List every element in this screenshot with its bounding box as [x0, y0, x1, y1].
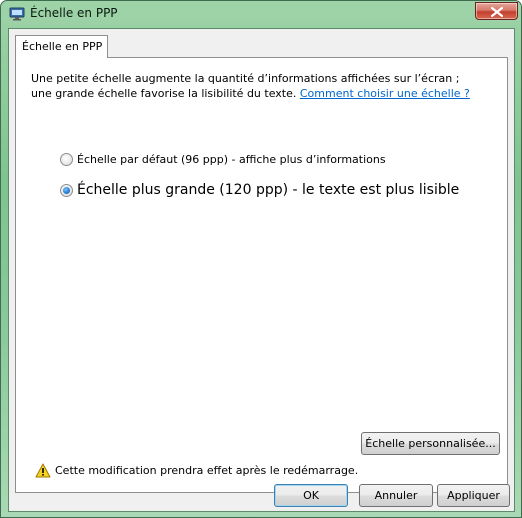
close-icon — [491, 7, 503, 17]
close-button[interactable] — [475, 2, 518, 20]
description-line-1: Une petite échelle augmente la quantité … — [31, 72, 460, 85]
title-bar[interactable]: Échelle en PPP — [1, 1, 521, 28]
restart-warning: Cette modification prendra effet après l… — [35, 463, 358, 478]
radio-larger-scale-button[interactable] — [60, 183, 73, 197]
radio-default-scale-label[interactable]: Échelle par défaut (96 ppp) - affiche pl… — [77, 153, 386, 166]
ok-button[interactable]: OK — [274, 484, 348, 507]
apply-button[interactable]: Appliquer — [437, 484, 510, 507]
monitor-icon — [9, 7, 25, 21]
custom-scale-button[interactable]: Échelle personnalisée... — [361, 432, 500, 455]
help-link[interactable]: Comment choisir une échelle ? — [300, 87, 470, 100]
description-line-2: une grande échelle favorise la lisibilit… — [31, 86, 501, 101]
description: Une petite échelle augmente la quantité … — [31, 71, 501, 101]
window-title: Échelle en PPP — [30, 6, 118, 20]
cancel-button[interactable]: Annuler — [359, 484, 433, 507]
client-area: Échelle en PPP Une petite échelle augmen… — [8, 28, 515, 512]
tab-echelle-ppp[interactable]: Échelle en PPP — [15, 35, 108, 58]
radio-default-scale-button[interactable] — [60, 153, 73, 166]
radio-default-scale[interactable]: Échelle par défaut (96 ppp) - affiche pl… — [60, 153, 386, 166]
radio-larger-scale-label[interactable]: Échelle plus grande (120 ppp) - le texte… — [77, 182, 459, 198]
dialog-window: Échelle en PPP Échelle en PPP Une petite… — [0, 0, 522, 518]
warning-icon — [35, 463, 51, 478]
description-line-2-text: une grande échelle favorise la lisibilit… — [31, 87, 297, 100]
tab-panel: Une petite échelle augmente la quantité … — [15, 57, 508, 493]
warning-text: Cette modification prendra effet après l… — [55, 464, 359, 477]
radio-larger-scale[interactable]: Échelle plus grande (120 ppp) - le texte… — [60, 182, 459, 198]
